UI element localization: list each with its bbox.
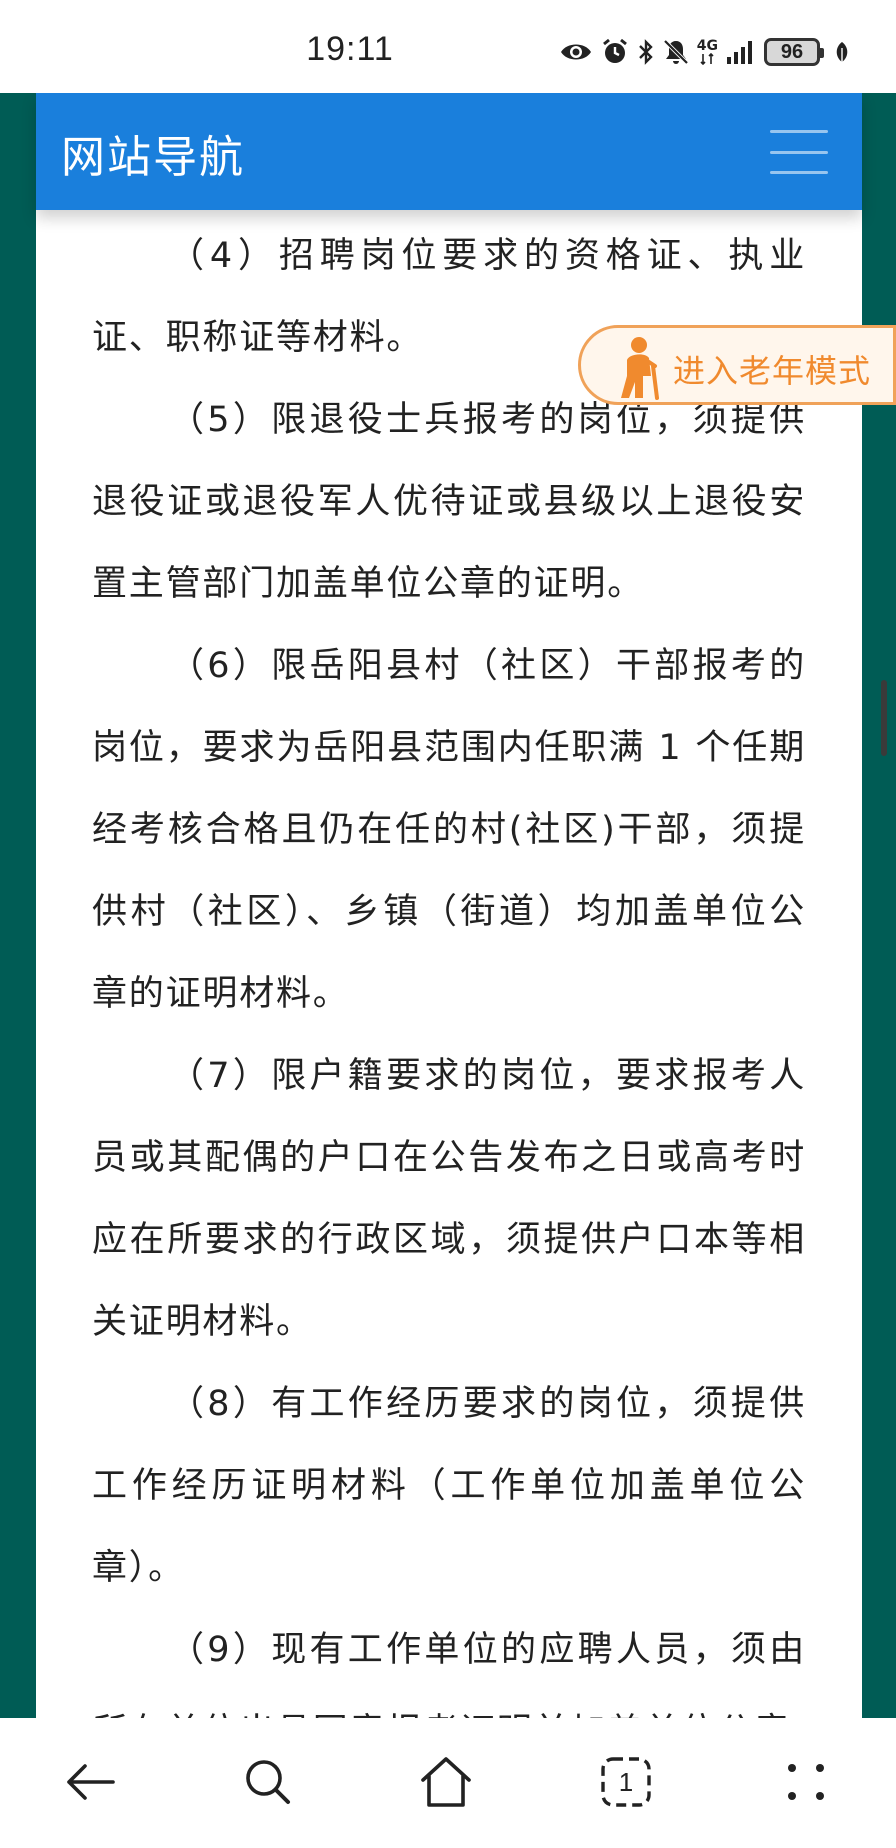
more-dots-icon — [788, 1764, 824, 1800]
more-button[interactable] — [774, 1750, 838, 1814]
elderly-mode-button[interactable]: 进入老年模式 — [578, 325, 896, 405]
article-paragraph: （7）限户籍要求的岗位，要求报考人员或其配偶的户口在公告发布之日或高考时应在所要… — [92, 1056, 806, 1342]
back-arrow-icon — [67, 1764, 115, 1800]
article-body: （4）招聘岗位要求的资格证、执业证、职称证等材料。 （5）限退役士兵报考的岗位，… — [92, 215, 806, 1718]
leaf-icon — [834, 40, 850, 64]
search-button[interactable] — [236, 1750, 300, 1814]
menu-line — [770, 171, 828, 174]
alarm-icon — [601, 38, 629, 66]
status-icons: 4G 96 — [559, 34, 850, 70]
battery-icon: 96 — [764, 38, 824, 66]
menu-line — [770, 130, 828, 133]
article-paragraph: （6）限岳阳县村（社区）干部报考的岗位，要求为岳阳县范围内任职满 1 个任期经考… — [92, 646, 806, 1014]
elderly-mode-label: 进入老年模式 — [673, 352, 872, 390]
page-background-left — [0, 93, 36, 1718]
browser-bottom-nav: 1 — [0, 1718, 896, 1848]
article-paragraph: （9）现有工作单位的应聘人员，须由所在单位出具同意报考证明并加盖单位公章 — [92, 1630, 806, 1718]
search-icon — [246, 1760, 290, 1804]
back-button[interactable] — [58, 1750, 122, 1814]
menu-button[interactable] — [770, 130, 828, 174]
article-paragraph: （5）限退役士兵报考的岗位，须提供退役证或退役军人优待证或县级以上退役安置主管部… — [92, 400, 806, 604]
signal-icon — [726, 39, 756, 65]
article-paragraph: （8）有工作经历要求的岗位，须提供工作经历证明材料（工作单位加盖单位公章）。 — [92, 1384, 806, 1588]
home-button[interactable] — [414, 1750, 478, 1814]
nav-title[interactable]: 网站导航 — [61, 121, 245, 185]
battery-level: 96 — [780, 40, 804, 63]
home-icon — [421, 1757, 471, 1807]
tabs-button[interactable]: 1 — [594, 1750, 658, 1814]
elderly-person-icon — [621, 337, 659, 400]
tabs-count: 1 — [618, 1767, 634, 1797]
status-bar: 19:11 4G 96 — [0, 0, 896, 93]
bluetooth-icon — [637, 38, 655, 66]
menu-line — [770, 150, 828, 154]
scrollbar-thumb[interactable] — [881, 680, 887, 756]
network-label: 4G — [696, 37, 718, 54]
site-nav-bar: 网站导航 — [36, 93, 862, 210]
mute-icon — [663, 38, 689, 66]
eye-icon — [559, 40, 593, 64]
network-type: 4G — [696, 37, 718, 65]
screen: 19:11 4G 96 （4）招聘岗位要求的资格证、执业证、职称证等材料。 （5… — [0, 0, 896, 1848]
